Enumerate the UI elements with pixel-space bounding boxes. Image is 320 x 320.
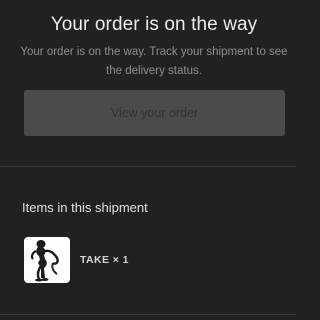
view-order-button[interactable]: View your order xyxy=(24,90,285,136)
order-status-page: Your order is on the way Your order is o… xyxy=(0,0,308,320)
shipment-item[interactable]: TAKE × 1 xyxy=(24,236,129,284)
product-figure-icon xyxy=(30,240,59,282)
section-divider xyxy=(0,314,296,315)
order-status-description: Your order is on the way. Track your shi… xyxy=(20,46,288,77)
page-title: Your order is on the way xyxy=(50,14,258,35)
product-thumbnail[interactable] xyxy=(24,237,70,283)
shipment-item-label: TAKE × 1 xyxy=(80,254,129,266)
shipment-section-heading: Items in this shipment xyxy=(22,200,148,215)
section-divider xyxy=(0,166,296,167)
